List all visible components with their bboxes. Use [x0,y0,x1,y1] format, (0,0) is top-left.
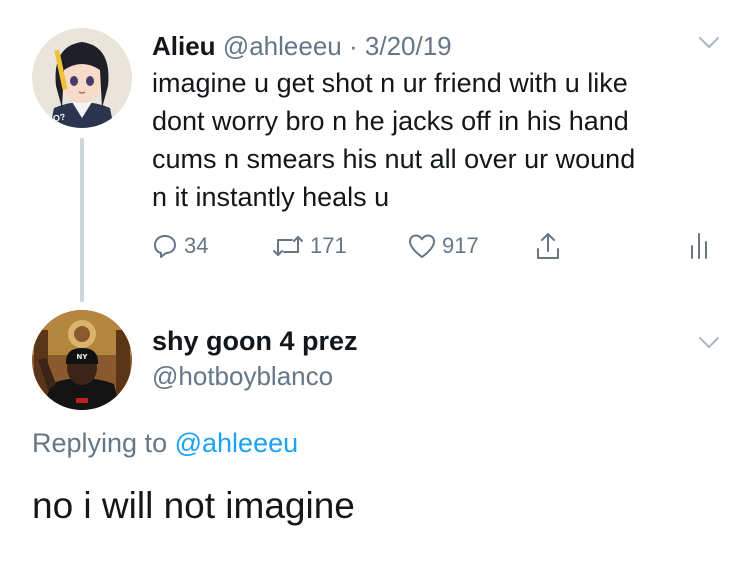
tweet-text: imagine u get shot n ur friend with u li… [152,64,712,216]
avatar-hotboyblanco[interactable]: NY [32,310,132,410]
replying-to-link[interactable]: @ahleeeu [175,428,299,458]
heart-icon [409,234,435,258]
like-button[interactable]: 917 [408,228,479,264]
tweet-text-line: cums n smears his nut all over ur wound [152,144,636,174]
author-handle[interactable]: @ahleeeu [223,31,342,61]
retweet-count: 171 [310,233,347,258]
reply-count: 34 [184,233,209,258]
reply-icon [154,235,176,258]
tweet-text-line: dont worry bro n he jacks off in his han… [152,106,629,136]
reply-text: no i will not imagine [32,485,355,526]
like-count: 917 [442,233,479,258]
share-icon [537,233,559,259]
tweet-date[interactable]: 3/20/19 [365,31,452,61]
reply-author-handle[interactable]: @hotboyblanco [152,360,333,392]
svg-text:NY: NY [77,353,89,361]
replying-to: Replying to @ahleeeu [32,426,298,460]
replying-to-prefix: Replying to [32,428,168,458]
chevron-down-icon[interactable] [698,336,720,350]
tweet-header: Alieu @ahleeeu · 3/20/19 [152,30,452,62]
reply-author-name[interactable]: shy goon 4 prez [152,325,358,357]
thread-line [80,138,84,302]
tweet-actions: 34 171 917 [152,228,722,264]
header-separator: · [348,31,358,61]
retweet-button[interactable]: 171 [272,228,347,264]
chevron-down-icon[interactable] [698,36,720,50]
tweet-text-line: n it instantly heals u [152,182,390,212]
reply-button[interactable]: 34 [152,228,208,264]
tweet-text-line: imagine u get shot n ur friend with u li… [152,68,628,98]
analytics-button[interactable] [688,228,710,264]
retweet-icon [273,236,303,256]
share-button[interactable] [534,228,562,264]
author-name[interactable]: Alieu [152,31,216,61]
avatar-alieu[interactable]: WHO? [32,28,132,128]
analytics-icon [691,233,707,259]
